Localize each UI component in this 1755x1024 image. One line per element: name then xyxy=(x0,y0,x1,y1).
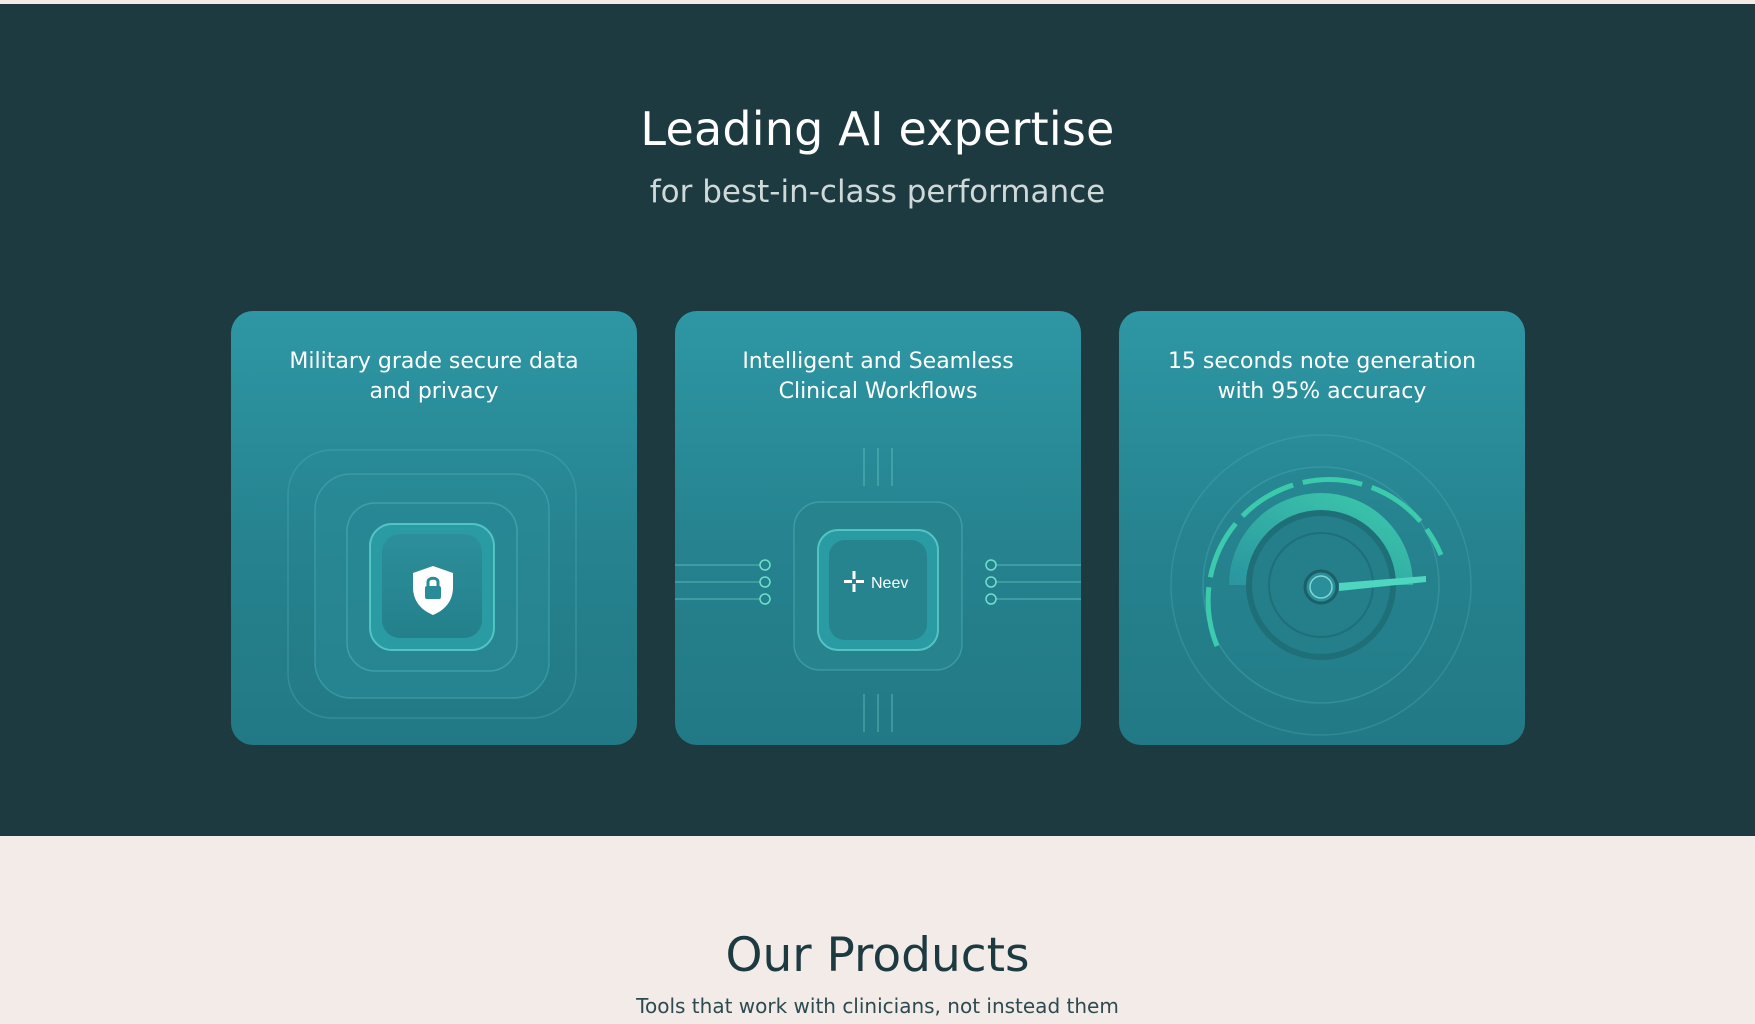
feature-card-speed: 15 seconds note generation with 95% accu… xyxy=(1119,311,1525,745)
neev-chip-icon: Neev xyxy=(675,448,1081,732)
feature-card-workflows: Intelligent and Seamless Clinical Workfl… xyxy=(675,311,1081,745)
section-subtitle: for best-in-class performance xyxy=(649,174,1106,210)
products-subtitle: Tools that work with clinicians, not ins… xyxy=(636,994,1119,1018)
feature-card-security: Military grade secure data and privacy xyxy=(231,311,637,745)
shield-lock-icon xyxy=(287,449,577,719)
products-title: Our Products xyxy=(725,928,1030,983)
neev-logo-text: Neev xyxy=(871,575,908,592)
products-section: Our Products Tools that work with clinic… xyxy=(0,836,1755,1024)
speed-gauge-icon xyxy=(1170,434,1472,736)
section-title: Leading AI expertise xyxy=(640,102,1115,156)
ai-expertise-section: Leading AI expertise for best-in-class p… xyxy=(0,4,1755,836)
